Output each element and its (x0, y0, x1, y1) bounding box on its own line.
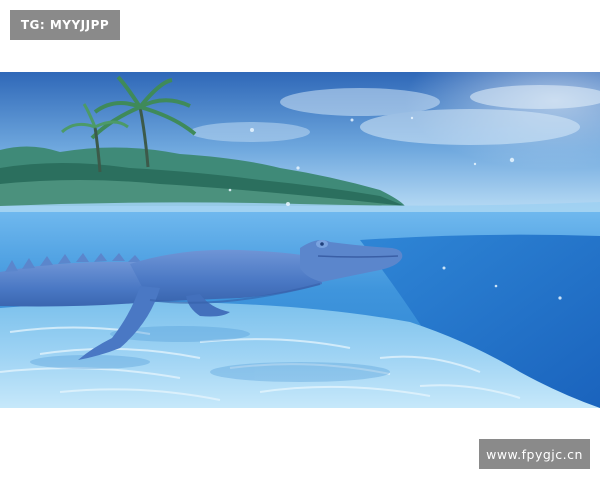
underwater-scene (0, 72, 600, 408)
watermark-text-top: TG: MYYJJPP (20, 18, 110, 32)
watermark-text-bottom: www.fpygjc.cn (486, 446, 583, 462)
page: TG: MYYJJPP www.fpygjc.cn (0, 0, 600, 480)
watermark-badge-top: TG: MYYJJPP (10, 10, 120, 40)
watermark-badge-bottom: www.fpygjc.cn (479, 439, 590, 469)
underwater-photo (0, 72, 600, 408)
